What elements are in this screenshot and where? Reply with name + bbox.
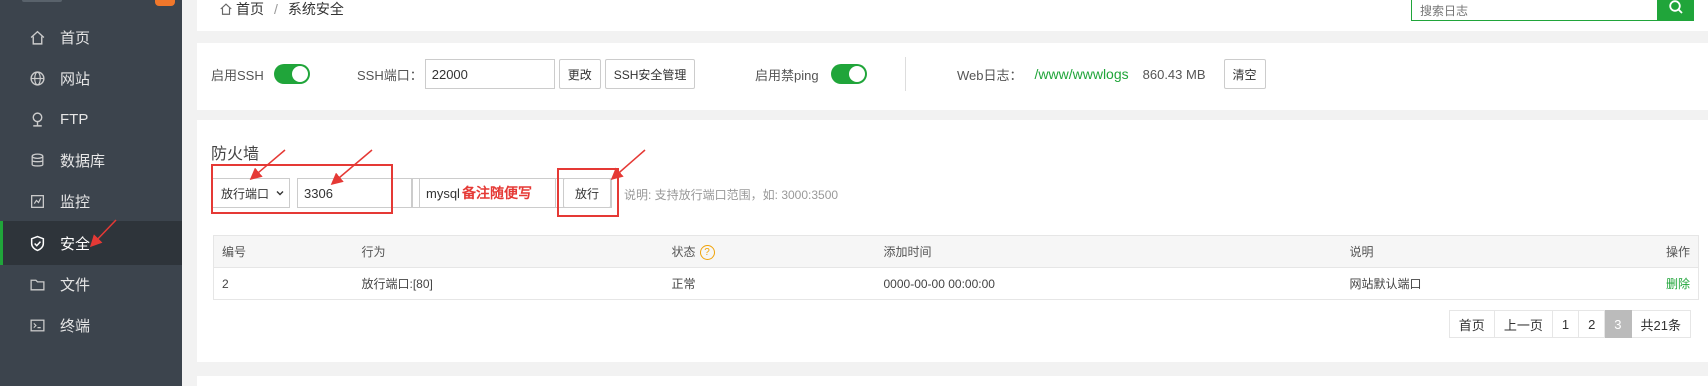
sidebar-item-label: 数据库: [60, 152, 106, 170]
ssh-settings-panel: 启用SSH SSH端口： 更改 SSH安全管理 启用禁ping Web日志： /…: [197, 43, 1708, 110]
log-search-button[interactable]: [1658, 0, 1694, 21]
breadcrumb: 首页 / 系统安全: [219, 0, 344, 18]
ssh-security-button[interactable]: SSH安全管理: [604, 59, 696, 89]
port-range-hint: 说明: 支持放行端口范围，如: 3000:3500: [624, 188, 839, 202]
page-2[interactable]: 2: [1579, 310, 1606, 338]
sidebar-item-ftp[interactable]: FTP: [0, 97, 182, 141]
remark-input[interactable]: mysql 备注随便写: [419, 178, 556, 208]
sidebar-item-database[interactable]: 数据库: [0, 138, 182, 182]
remark-value: mysql: [426, 185, 460, 201]
breadcrumb-separator: /: [274, 1, 278, 17]
cell-note: 网站默认端口: [1341, 267, 1602, 300]
column-header: 状态?: [663, 235, 876, 268]
column-header: 操作: [1601, 235, 1699, 268]
cell-op: 删除: [1601, 267, 1699, 300]
sidebar-item-website[interactable]: 网站: [0, 56, 182, 100]
sidebar-item-terminal[interactable]: 终端: [0, 303, 182, 347]
delete-link[interactable]: 删除: [1666, 277, 1690, 291]
sidebar-item-files[interactable]: 文件: [0, 262, 182, 306]
terminal-icon: [28, 316, 46, 334]
ftp-icon: [28, 110, 46, 128]
clear-log-button[interactable]: 清空: [1223, 59, 1266, 89]
globe-icon: [28, 69, 46, 87]
ssh-port-label: SSH端口：: [357, 67, 423, 83]
weblog-path-link[interactable]: /www/wwwlogs: [1035, 66, 1129, 82]
page-first[interactable]: 首页: [1448, 310, 1495, 338]
change-port-button[interactable]: 更改: [558, 59, 601, 89]
topbar: 首页 / 系统安全: [197, 0, 1708, 31]
database-icon: [28, 151, 46, 169]
cell-time: 0000-00-00 00:00:00: [875, 267, 1342, 300]
annotation-box: [211, 164, 393, 214]
log-search-box: [1411, 0, 1658, 21]
shield-icon: [28, 234, 46, 252]
home-icon: [28, 28, 46, 46]
next-panel: [197, 376, 1708, 386]
disable-ping-label: 启用禁ping: [755, 67, 819, 83]
pagination: 首页 上一页 1 2 3 共21条: [1448, 310, 1691, 338]
sidebar-item-label: 安全: [60, 235, 91, 253]
breadcrumb-home[interactable]: 首页: [236, 0, 264, 19]
breadcrumb-current: 系统安全: [287, 1, 344, 17]
home-icon: [220, 3, 232, 15]
logo: [22, 0, 62, 2]
column-header: 行为: [353, 235, 664, 268]
sidebar: 首页 网站 FTP 数据库 监控 安全 文件 终端: [0, 0, 182, 386]
column-header: 编号: [213, 235, 354, 268]
ssh-port-input[interactable]: [424, 59, 555, 89]
page-1[interactable]: 1: [1552, 310, 1580, 338]
cell-status: 正常: [663, 267, 876, 300]
search-icon: [1669, 0, 1683, 14]
ssh-toggle[interactable]: [273, 64, 310, 84]
column-header: 添加时间: [875, 235, 1342, 268]
total-count: 共21条: [1631, 310, 1691, 338]
folder-icon: [28, 275, 46, 293]
page-3[interactable]: 3: [1605, 310, 1632, 338]
table-row: 2 放行端口:[80] 正常 0000-00-00 00:00:00 网站默认端…: [213, 267, 1699, 300]
firewall-table: 编号 行为 状态? 添加时间 说明 操作 2 放行端口:[80] 正常 0000…: [213, 235, 1699, 300]
firewall-title: 防火墙: [211, 146, 260, 163]
weblog-size: 860.43 MB: [1142, 66, 1206, 82]
firewall-panel: 防火墙 放行端口 mysql 备注随便写 放行 说明: 支持放行端口范围，如: …: [197, 120, 1708, 362]
help-icon[interactable]: ?: [699, 245, 715, 261]
sidebar-item-label: 监控: [60, 193, 91, 211]
sidebar-item-home[interactable]: 首页: [0, 15, 182, 59]
weblog-label: Web日志：: [957, 67, 1023, 83]
monitor-icon: [28, 192, 46, 210]
page-prev[interactable]: 上一页: [1494, 310, 1553, 338]
cell-action: 放行端口:[80]: [353, 267, 664, 300]
sidebar-item-security[interactable]: 安全: [0, 221, 182, 265]
sidebar-item-label: 首页: [60, 29, 91, 47]
sidebar-item-label: 文件: [60, 276, 91, 294]
sidebar-item-label: FTP: [60, 110, 89, 128]
remark-annotation: 备注随便写: [461, 185, 532, 201]
enable-ssh-label: 启用SSH: [211, 67, 264, 83]
table-header: 编号 行为 状态? 添加时间 说明 操作: [213, 235, 1699, 268]
sidebar-item-label: 终端: [60, 317, 91, 335]
log-search-input[interactable]: [1412, 0, 1657, 20]
ping-toggle[interactable]: [830, 64, 867, 84]
cell-id: 2: [213, 267, 354, 300]
divider: [905, 57, 906, 91]
sidebar-item-label: 网站: [60, 70, 91, 88]
column-header: 说明: [1341, 235, 1602, 268]
notification-badge[interactable]: [155, 0, 175, 6]
sidebar-item-monitor[interactable]: 监控: [0, 179, 182, 223]
annotation-box: [557, 168, 619, 217]
